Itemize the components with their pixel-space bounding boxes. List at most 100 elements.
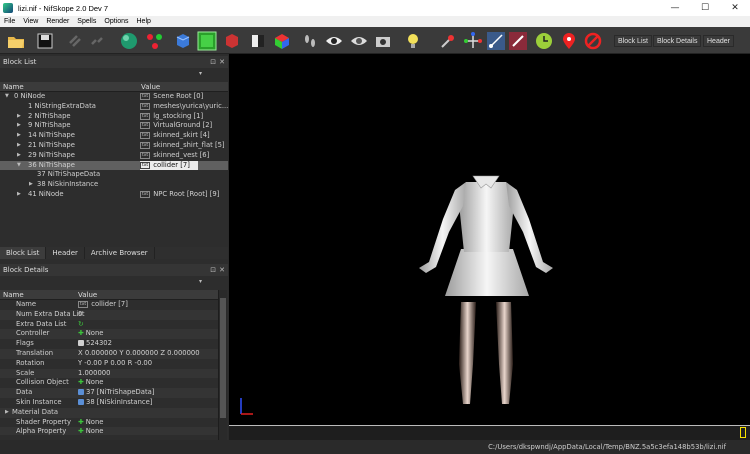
close-button[interactable]: ✕: [720, 0, 750, 16]
collapse-arrow-icon[interactable]: ▶: [17, 112, 21, 122]
menu-render[interactable]: Render: [42, 18, 73, 25]
maximize-button[interactable]: ☐: [690, 0, 720, 16]
detail-value[interactable]: None: [86, 418, 104, 426]
minimize-button[interactable]: —: [660, 0, 690, 16]
detail-row[interactable]: Flags 524302: [0, 339, 218, 349]
collapse-arrow-icon[interactable]: ▶: [5, 408, 9, 418]
wand-icon[interactable]: [508, 31, 528, 51]
link-icon[interactable]: [65, 31, 85, 51]
collapse-arrow-icon[interactable]: ▶: [17, 151, 21, 161]
link-icon[interactable]: [78, 399, 84, 405]
collapse-arrow-icon[interactable]: ▶: [17, 131, 21, 141]
detail-value[interactable]: 0: [78, 310, 82, 320]
detail-value[interactable]: None: [86, 378, 104, 386]
tree-row[interactable]: ▶ 21 NiTriShape txt skinned_shirt_flat [5…: [0, 141, 228, 151]
tree-row[interactable]: ▼ 0 NiNode txt Scene Root [0]: [0, 92, 228, 102]
tab-header[interactable]: Header: [46, 247, 85, 259]
menu-spells[interactable]: Spells: [73, 18, 100, 25]
tree-row[interactable]: ▶ 2 NiTriShape txt lg_stocking [1]: [0, 112, 228, 122]
detail-value[interactable]: 524302: [86, 339, 112, 347]
detail-value[interactable]: Y -0.00 P 0.00 R -0.00: [78, 359, 152, 369]
transform-icon[interactable]: [486, 31, 506, 51]
eye-hidden-icon[interactable]: [349, 31, 369, 51]
axes-icon[interactable]: [463, 31, 483, 51]
tree-row[interactable]: ▶ 41 NiNode txt NPC Root [Root] [9]: [0, 190, 228, 200]
detail-row[interactable]: ▶ Material Data: [0, 407, 218, 418]
detail-row[interactable]: Collision Object ✚ None: [0, 378, 218, 388]
detail-row[interactable]: Shader Property ✚ None: [0, 418, 218, 428]
detail-value[interactable]: 38 [NiSkinInstance]: [86, 398, 152, 406]
close-icon[interactable]: ✕: [219, 56, 225, 68]
detail-value[interactable]: None: [86, 427, 104, 435]
dock-options-icon[interactable]: ▾: [199, 278, 202, 285]
collapse-arrow-icon[interactable]: ▶: [17, 121, 21, 131]
column-name[interactable]: Name: [3, 290, 24, 300]
tab-block-list[interactable]: Block List: [0, 247, 47, 259]
toolbar-block-details-button[interactable]: Block Details: [653, 35, 702, 47]
add-link-icon[interactable]: ✚: [78, 427, 84, 435]
detail-row[interactable]: Rotation Y -0.00 P 0.00 R -0.00: [0, 359, 218, 369]
tree-row[interactable]: ▶ 38 NiSkinInstance: [0, 180, 228, 190]
eye-icon[interactable]: [324, 31, 344, 51]
shade-icon[interactable]: [248, 31, 268, 51]
detail-row[interactable]: Skin Instance 38 [NiSkinInstance]: [0, 398, 218, 408]
timeline-marker[interactable]: [740, 427, 746, 438]
add-link-icon[interactable]: ✚: [78, 418, 84, 426]
tree-row[interactable]: 37 NiTriShapeData: [0, 170, 228, 180]
add-link-icon[interactable]: ✚: [78, 329, 84, 337]
detail-row[interactable]: Alpha Property ✚ None: [0, 427, 218, 436]
refresh-icon[interactable]: ↻: [78, 320, 84, 328]
detail-row[interactable]: Num Extra Data List 0: [0, 309, 218, 320]
collapse-arrow-icon[interactable]: ▶: [17, 190, 21, 200]
animation-timeline[interactable]: [229, 425, 750, 440]
detail-row[interactable]: Extra Data List ↻: [0, 320, 218, 330]
menu-view[interactable]: View: [19, 18, 42, 25]
float-icon[interactable]: ⊡: [210, 264, 216, 276]
menu-help[interactable]: Help: [133, 18, 155, 25]
render-viewport[interactable]: [229, 54, 750, 425]
close-icon[interactable]: ✕: [219, 264, 225, 276]
toolbar-header-button[interactable]: Header: [703, 35, 734, 47]
column-name[interactable]: Name: [3, 82, 24, 92]
cube-red-icon[interactable]: [222, 31, 242, 51]
column-value[interactable]: Value: [141, 82, 160, 92]
tree-row-selected[interactable]: ▼ 36 NiTriShape txt collider [7]: [0, 160, 228, 171]
flags-icon[interactable]: [78, 340, 84, 347]
unlink-icon[interactable]: [87, 31, 107, 51]
detail-row[interactable]: Name txt collider [7]: [0, 300, 218, 310]
cube-green-icon[interactable]: [197, 31, 217, 51]
clock-icon[interactable]: [534, 31, 554, 51]
open-file-icon[interactable]: [6, 31, 26, 51]
expand-arrow-icon[interactable]: ▼: [5, 92, 9, 102]
detail-row[interactable]: Data 37 [NiTriShapeData]: [0, 388, 218, 398]
tree-row[interactable]: 1 NiStringExtraData txt meshes\yurica\yur…: [0, 102, 228, 112]
link-icon[interactable]: [78, 389, 84, 396]
no-entry-icon[interactable]: [583, 31, 603, 51]
column-value[interactable]: Value: [78, 290, 97, 300]
cube-blue-icon[interactable]: [173, 31, 193, 51]
float-icon[interactable]: ⊡: [210, 56, 216, 68]
scrollbar-thumb[interactable]: [220, 298, 226, 418]
sphere-icon[interactable]: [119, 31, 139, 51]
save-icon[interactable]: [35, 31, 55, 51]
toolbar-block-list-button[interactable]: Block List: [614, 35, 652, 47]
detail-value[interactable]: 37 [NiTriShapeData]: [86, 388, 154, 396]
dock-options-icon[interactable]: ▾: [199, 70, 202, 77]
tree-row[interactable]: ▶ 29 NiTriShape txt skinned_vest [6]: [0, 151, 228, 161]
pin-icon[interactable]: [438, 31, 458, 51]
collapse-arrow-icon[interactable]: ▶: [17, 141, 21, 151]
tree-row[interactable]: ▶ 14 NiTriShape txt skinned_skirt [4]: [0, 131, 228, 141]
tree-row[interactable]: ▶ 9 NiTriShape txt VirtualGround [2]: [0, 121, 228, 131]
tab-archive-browser[interactable]: Archive Browser: [85, 247, 155, 259]
detail-value[interactable]: None: [86, 329, 104, 337]
detail-value[interactable]: X 0.000000 Y 0.000000 Z 0.000000: [78, 349, 200, 359]
map-pin-icon[interactable]: [559, 31, 579, 51]
detail-value[interactable]: collider [7]: [91, 300, 128, 308]
cube-rgb-icon[interactable]: [272, 31, 292, 51]
detail-row[interactable]: Scale 1.000000: [0, 368, 218, 379]
collapse-arrow-icon[interactable]: ▶: [29, 180, 33, 190]
detail-value[interactable]: 1.000000: [78, 369, 110, 379]
detail-row[interactable]: Controller ✚ None: [0, 329, 218, 340]
details-scrollbar[interactable]: [218, 290, 227, 440]
add-link-icon[interactable]: ✚: [78, 378, 84, 386]
